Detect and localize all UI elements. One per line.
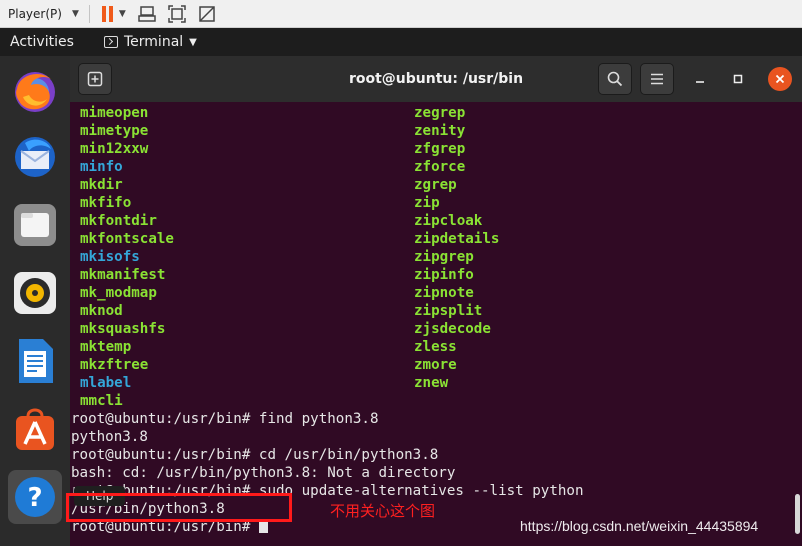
- player-menu-label: Player(P): [8, 6, 62, 21]
- annotation-note: 不用关心这个图: [330, 502, 436, 520]
- hamburger-menu-button[interactable]: [640, 63, 674, 95]
- terminal-output[interactable]: mimeopen zegrep mimetype zenity min12xxw zfgr…: [70, 102, 802, 546]
- listing-entry-right: zenity: [414, 123, 466, 139]
- listing-entry-right: zip: [414, 195, 440, 211]
- listing-entry-left: mkzftree: [80, 357, 149, 373]
- help-icon[interactable]: ?: [8, 470, 62, 524]
- terminal-line: bash: cd: /usr/bin/python3.8: Not a dire…: [71, 465, 456, 481]
- listing-row: mkfifo zip: [80, 194, 780, 212]
- terminal-app-icon: [104, 36, 118, 48]
- listing-entry-left: mkdir: [80, 177, 123, 193]
- chevron-down-icon: ▼: [71, 8, 79, 19]
- listing-row: mksquashfs zjsdecode: [80, 320, 780, 338]
- listing-row: mkzftree zmore: [80, 356, 780, 374]
- listing-entry-left: mk_modmap: [80, 285, 157, 301]
- listing-row: mknod zipsplit: [80, 302, 780, 320]
- svg-text:?: ?: [27, 483, 42, 513]
- new-tab-icon: [87, 71, 103, 87]
- listing-entry-left: mknod: [80, 303, 123, 319]
- listing-entry-right: zforce: [414, 159, 466, 175]
- maximize-icon: [733, 74, 743, 84]
- thunderbird-icon[interactable]: [8, 130, 62, 184]
- listing-entry-left: mkfontscale: [80, 231, 174, 247]
- listing-entry-left: mkfifo: [80, 195, 132, 211]
- scrollbar-thumb[interactable]: [795, 494, 800, 534]
- listing-row: mkmanifest zipinfo: [80, 266, 780, 284]
- minimize-button[interactable]: [688, 67, 712, 91]
- pause-icon[interactable]: [101, 5, 113, 22]
- listing-entry-left: mkisofs: [80, 249, 140, 265]
- listing-entry-right: zipgrep: [414, 249, 474, 265]
- listing-row: mkfontscale zipdetails: [80, 230, 780, 248]
- listing-row: mlabel znew: [80, 374, 780, 392]
- listing-row: mmcli: [80, 392, 780, 410]
- listing-entry-right: zjsdecode: [414, 321, 491, 337]
- terminal-line: root@ubuntu:/usr/bin# find python3.8: [71, 411, 379, 427]
- listing-entry-left: mlabel: [80, 375, 132, 391]
- listing-entry-right: zmore: [414, 357, 457, 373]
- toolbar-divider: [88, 4, 90, 23]
- watermark: https://blog.csdn.net/weixin_44435894: [520, 518, 759, 534]
- close-button[interactable]: [768, 67, 792, 91]
- listing-entry-right: zfgrep: [414, 141, 466, 157]
- pause-menu-chevron-icon[interactable]: ▼: [119, 9, 126, 19]
- listing-row: mkdir zgrep: [80, 176, 780, 194]
- listing-row: mkisofs zipgrep: [80, 248, 780, 266]
- listing-entry-right: zipsplit: [414, 303, 483, 319]
- terminal-headerbar: root@ubuntu: /usr/bin: [70, 56, 802, 102]
- listing-entry-right: zegrep: [414, 105, 466, 121]
- file-listing: mimeopen zegrep mimetype zenity min12xxw zfgr…: [80, 104, 780, 410]
- listing-row: min12xxw zfgrep: [80, 140, 780, 158]
- listing-entry-right: zgrep: [414, 177, 457, 193]
- gnome-top-bar: Activities Terminal ▼: [0, 28, 802, 56]
- listing-entry-left: mmcli: [80, 393, 123, 409]
- maximize-button[interactable]: [726, 67, 750, 91]
- app-menu[interactable]: Terminal ▼: [104, 34, 197, 50]
- listing-entry-left: mkfontdir: [80, 213, 157, 229]
- files-icon[interactable]: [8, 198, 62, 252]
- listing-entry-left: mimetype: [80, 123, 149, 139]
- listing-row: mkfontdir zipcloak: [80, 212, 780, 230]
- listing-entry-right: znew: [414, 375, 449, 391]
- dock: ?: [0, 56, 70, 546]
- listing-row: mktemp zless: [80, 338, 780, 356]
- new-tab-button[interactable]: [78, 63, 112, 95]
- firefox-icon[interactable]: [8, 64, 62, 118]
- activities-button[interactable]: Activities: [0, 34, 104, 50]
- listing-row: mimeopen zegrep: [80, 104, 780, 122]
- listing-entry-right: zipinfo: [414, 267, 474, 283]
- listing-row: minfo zforce: [80, 158, 780, 176]
- app-menu-label: Terminal: [124, 34, 184, 50]
- libreoffice-writer-icon[interactable]: [8, 334, 62, 388]
- ubuntu-software-icon[interactable]: [8, 402, 62, 456]
- rhythmbox-icon[interactable]: [8, 266, 62, 320]
- listing-entry-left: mktemp: [80, 339, 132, 355]
- close-icon: [775, 74, 785, 84]
- terminal-line: python3.8: [71, 429, 148, 445]
- listing-entry-left: minfo: [80, 159, 123, 175]
- listing-entry-left: mksquashfs: [80, 321, 166, 337]
- listing-entry-left: min12xxw: [80, 141, 149, 157]
- terminal-line: root@ubuntu:/usr/bin# cd /usr/bin/python…: [71, 447, 439, 463]
- chevron-down-icon: ▼: [189, 36, 197, 48]
- player-menu[interactable]: Player(P) ▼: [8, 7, 79, 21]
- listing-row: mk_modmap zipnote: [80, 284, 780, 302]
- listing-row: mimetype zenity: [80, 122, 780, 140]
- annotation-highlight-box: [66, 493, 292, 522]
- search-icon: [607, 71, 623, 87]
- vmware-toolbar: Player(P) ▼ ▼: [0, 0, 802, 28]
- fullscreen-icon[interactable]: [168, 4, 186, 23]
- search-button[interactable]: [598, 63, 632, 95]
- listing-entry-right: zless: [414, 339, 457, 355]
- unity-mode-icon[interactable]: [198, 5, 216, 23]
- menu-icon: [651, 73, 663, 85]
- listing-entry-left: mimeopen: [80, 105, 149, 121]
- listing-entry-right: zipcloak: [414, 213, 483, 229]
- minimize-icon: [696, 81, 704, 83]
- send-ctrl-alt-del-icon[interactable]: [138, 5, 156, 23]
- listing-entry-right: zipnote: [414, 285, 474, 301]
- listing-entry-left: mkmanifest: [80, 267, 166, 283]
- listing-entry-right: zipdetails: [414, 231, 500, 247]
